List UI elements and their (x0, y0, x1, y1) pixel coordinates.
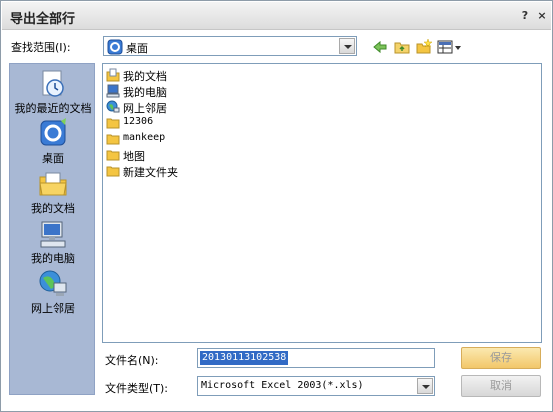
place-recent-documents[interactable]: 我的最近的文档 (10, 68, 96, 116)
folder-icon (106, 166, 120, 177)
chevron-down-icon[interactable] (417, 378, 433, 394)
network-places-icon (39, 270, 67, 296)
recent-documents-icon (42, 70, 64, 97)
place-label: 我的文档 (31, 202, 75, 215)
desktop-icon (107, 39, 123, 55)
folder-icon (106, 150, 120, 161)
my-computer-icon (106, 84, 120, 98)
new-folder-icon[interactable] (415, 38, 433, 56)
file-name: 我的文档 (123, 70, 167, 83)
file-name: 我的电脑 (123, 86, 167, 99)
list-item[interactable]: 新建文件夹 (106, 163, 306, 179)
my-computer-icon (40, 221, 66, 248)
chevron-down-icon[interactable] (339, 38, 355, 54)
look-in-value: 桌面 (126, 42, 148, 55)
my-documents-icon (106, 68, 120, 82)
back-arrow-icon[interactable] (371, 38, 389, 56)
folder-icon (106, 134, 120, 145)
close-button[interactable]: × (535, 9, 549, 23)
place-my-documents[interactable]: 我的文档 (10, 168, 96, 216)
cancel-button[interactable]: 取消 (461, 375, 541, 397)
title-bar[interactable]: 导出全部行 ? × (2, 2, 551, 30)
place-my-computer[interactable]: 我的电脑 (10, 218, 96, 266)
filetype-label: 文件类型(T): (105, 382, 169, 395)
desktop-icon (40, 118, 66, 146)
filename-label: 文件名(N): (105, 354, 159, 367)
look-in-combo[interactable]: 桌面 (103, 36, 357, 56)
dialog-title: 导出全部行 (10, 12, 76, 27)
place-label: 我的电脑 (31, 252, 75, 265)
places-bar: 我的最近的文档 桌面 我的文档 我的电脑 网上邻居 (9, 63, 95, 395)
up-folder-icon[interactable] (393, 38, 411, 56)
filename-value: 20130113102538 (200, 351, 289, 365)
folder-icon (106, 118, 120, 129)
place-network-places[interactable]: 网上邻居 (10, 268, 96, 316)
file-list[interactable]: 我的文档 我的电脑 网上邻居 12306 mankeep 地图 新建文件夹 (102, 63, 542, 343)
filename-input[interactable]: 20130113102538 (197, 348, 435, 368)
place-label: 网上邻居 (31, 302, 75, 315)
look-in-row: 查找范围(I): 桌面 (1, 35, 553, 59)
list-item[interactable]: mankeep (106, 131, 306, 147)
filetype-value: Microsoft Excel 2003(*.xls) (201, 380, 364, 391)
file-name: 地图 (123, 150, 145, 163)
file-name: mankeep (123, 132, 166, 143)
network-places-icon (106, 100, 120, 113)
filetype-select[interactable]: Microsoft Excel 2003(*.xls) (197, 376, 435, 396)
list-item[interactable]: 网上邻居 (106, 99, 306, 115)
view-menu-icon[interactable] (437, 38, 463, 56)
place-label: 我的最近的文档 (14, 102, 92, 115)
list-item[interactable]: 12306 (106, 115, 306, 131)
place-desktop[interactable]: 桌面 (10, 118, 96, 166)
list-item[interactable]: 我的电脑 (106, 83, 306, 99)
file-name: 12306 (123, 116, 154, 127)
my-documents-icon (39, 172, 67, 196)
place-label: 桌面 (42, 152, 64, 165)
look-in-label: 查找范围(I): (11, 41, 71, 54)
file-name: 网上邻居 (123, 102, 167, 115)
help-button[interactable]: ? (518, 9, 532, 23)
list-item[interactable]: 我的文档 (106, 67, 306, 83)
list-item[interactable]: 地图 (106, 147, 306, 163)
save-dialog: 导出全部行 ? × 查找范围(I): 桌面 我的最近的文档 桌面 我的文档 我的… (0, 0, 553, 412)
file-name: 新建文件夹 (123, 166, 178, 179)
save-button[interactable]: 保存 (461, 347, 541, 369)
